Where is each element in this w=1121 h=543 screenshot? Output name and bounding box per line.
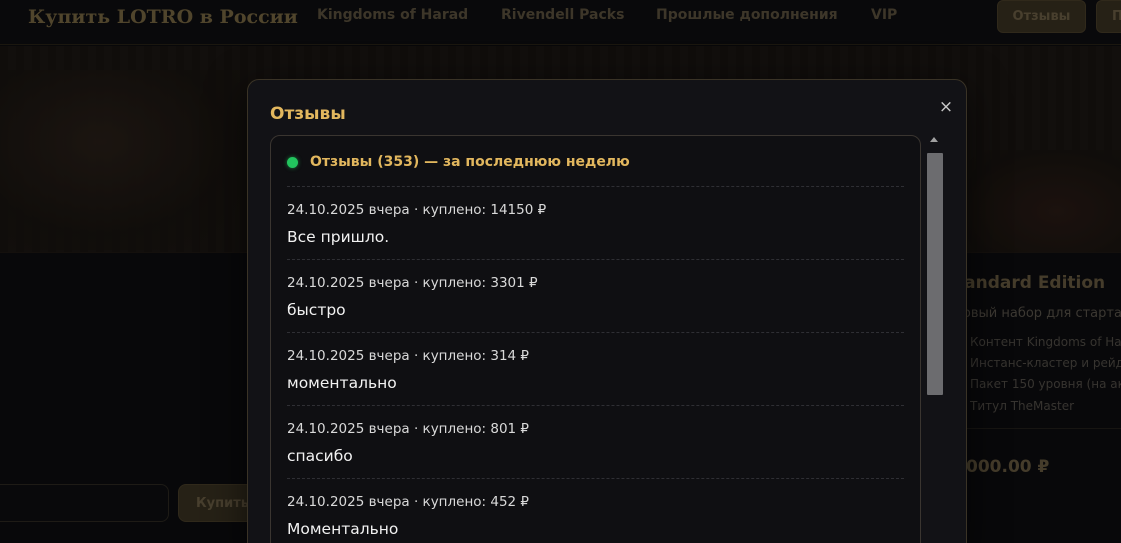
reviews-modal: Отзывы × Отзывы (353) — за последнюю нед…	[247, 79, 967, 543]
reviews-scrollbar[interactable]	[926, 137, 944, 543]
reviews-list: Отзывы (353) — за последнюю неделю 24.10…	[270, 135, 921, 543]
review-text: Все пришло.	[287, 228, 390, 246]
list-divider	[287, 332, 904, 333]
modal-title: Отзывы	[270, 104, 346, 124]
list-divider	[287, 405, 904, 406]
scroll-up-arrow-icon[interactable]	[930, 137, 938, 142]
review-text: моментально	[287, 374, 397, 392]
page: Купить LOTRO в России Kingdoms of Harad …	[0, 0, 1121, 543]
review-meta: 24.10.2025 вчера · куплено: 14150 ₽	[287, 202, 547, 218]
list-divider	[287, 259, 904, 260]
review-text: Моментально	[287, 520, 399, 538]
list-divider	[287, 478, 904, 479]
review-item: 24.10.2025 вчера · куплено: 452 ₽ Момент…	[287, 494, 904, 538]
online-status-dot-icon	[287, 156, 298, 168]
reviews-summary-text: Отзывы (353) — за последнюю неделю	[310, 154, 630, 170]
reviews-summary: Отзывы (353) — за последнюю неделю	[287, 154, 630, 170]
close-icon[interactable]: ×	[937, 98, 955, 116]
review-item: 24.10.2025 вчера · куплено: 14150 ₽ Все …	[287, 202, 904, 246]
review-meta: 24.10.2025 вчера · куплено: 452 ₽	[287, 494, 530, 510]
review-item: 24.10.2025 вчера · куплено: 801 ₽ спасиб…	[287, 421, 904, 465]
review-text: спасибо	[287, 447, 353, 465]
scrollbar-thumb[interactable]	[927, 153, 943, 395]
list-divider	[287, 186, 904, 187]
review-item: 24.10.2025 вчера · куплено: 3301 ₽ быстр…	[287, 275, 904, 319]
review-item: 24.10.2025 вчера · куплено: 314 ₽ момент…	[287, 348, 904, 392]
review-text: быстро	[287, 301, 346, 319]
review-meta: 24.10.2025 вчера · куплено: 801 ₽	[287, 421, 530, 437]
review-meta: 24.10.2025 вчера · куплено: 3301 ₽	[287, 275, 538, 291]
review-meta: 24.10.2025 вчера · куплено: 314 ₽	[287, 348, 530, 364]
